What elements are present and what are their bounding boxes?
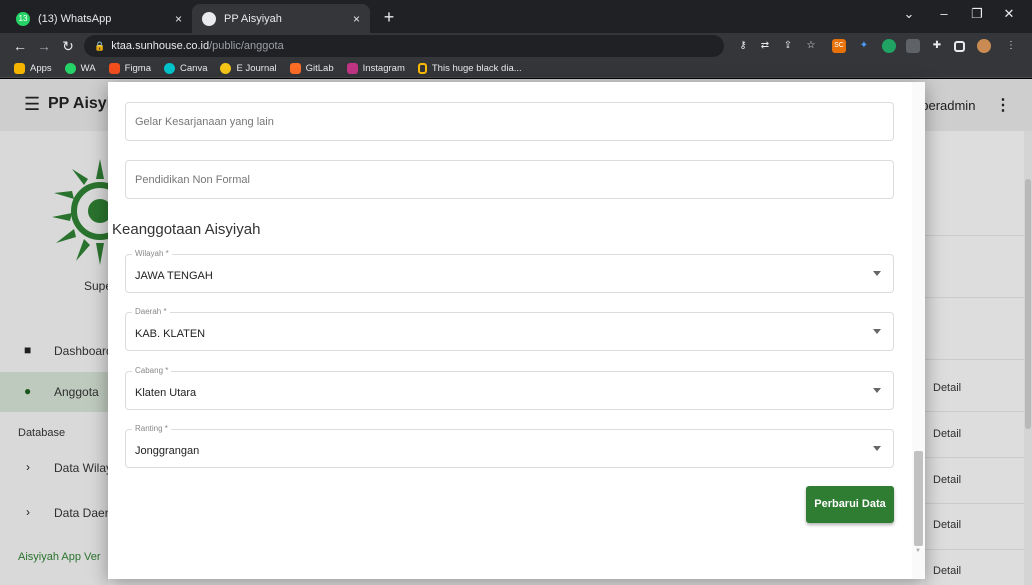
- browser-toolbar: ← → ↻ 🔒 ktaa.sunhouse.co.id /public/angg…: [0, 33, 1032, 59]
- scrollbar-thumb[interactable]: [914, 451, 923, 546]
- figma-icon: [108, 62, 120, 74]
- edit-member-dialog: Gelar Kesarjanaan yang lain Pendidikan N…: [108, 82, 925, 579]
- field-value: KAB. KLATEN: [135, 328, 206, 340]
- bookmark-label: GitLab: [305, 62, 334, 74]
- chevron-down-icon[interactable]: ⌄: [894, 6, 924, 26]
- caret-down-icon: [873, 329, 881, 334]
- whatsapp-icon: [64, 62, 76, 74]
- bookmark-label: Canva: [180, 62, 208, 74]
- url-host: ktaa.sunhouse.co.id: [111, 40, 210, 52]
- new-tab-button[interactable]: +: [378, 6, 400, 28]
- cabang-select[interactable]: Cabang * Klaten Utara: [125, 366, 894, 410]
- canva-icon: [164, 62, 176, 74]
- input-placeholder: Pendidikan Non Formal: [135, 174, 250, 186]
- input-placeholder: Gelar Kesarjanaan yang lain: [135, 116, 274, 128]
- bookmark-label: Apps: [30, 62, 52, 74]
- bookmark-label: This huge black dia...: [431, 62, 522, 74]
- bookmarks-bar: Apps WA Figma Canva E Journal GitLab Ins…: [0, 59, 1032, 78]
- gitlab-icon: [289, 62, 301, 74]
- field-label: Cabang *: [132, 366, 172, 375]
- dialog-scrollbar[interactable]: ▼: [912, 82, 925, 579]
- profile-avatar-icon[interactable]: [977, 39, 991, 53]
- kebab-menu-icon[interactable]: ⋮: [1004, 39, 1018, 53]
- bookmark-black-dia[interactable]: This huge black dia...: [417, 62, 522, 74]
- pendidikan-non-formal-input[interactable]: Pendidikan Non Formal: [125, 160, 894, 199]
- star-icon[interactable]: ☆: [804, 39, 818, 53]
- scroll-down-arrow-icon[interactable]: ▼: [915, 548, 921, 554]
- tab-whatsapp[interactable]: 13 (13) WhatsApp ×: [6, 4, 192, 33]
- share-icon[interactable]: ⇪: [781, 39, 795, 53]
- bookmark-page-icon: [417, 62, 427, 74]
- bookmark-label: Figma: [124, 62, 152, 74]
- bookmark-wa[interactable]: WA: [64, 62, 96, 74]
- window-close-icon[interactable]: ✕: [994, 6, 1024, 26]
- forward-icon[interactable]: →: [34, 36, 54, 56]
- instagram-icon: [346, 62, 358, 74]
- browser-tabstrip: 13 (13) WhatsApp × PP Aisyiyah × + ⌄ – ❐…: [0, 0, 1032, 33]
- address-bar[interactable]: 🔒 ktaa.sunhouse.co.id /public/anggota: [84, 35, 724, 57]
- bookmark-label: WA: [80, 62, 96, 74]
- sidepanel-icon[interactable]: [954, 41, 965, 52]
- daerah-select[interactable]: Daerah * KAB. KLATEN: [125, 307, 894, 351]
- field-label: Ranting *: [132, 424, 171, 433]
- whatsapp-icon: 13: [16, 11, 30, 26]
- tab-pp-aisyiyah[interactable]: PP Aisyiyah ×: [192, 4, 370, 33]
- ejournal-icon: [220, 62, 232, 74]
- caret-down-icon: [873, 388, 881, 393]
- bookmark-canva[interactable]: Canva: [164, 62, 208, 74]
- section-title: Keanggotaan Aisyiyah: [112, 221, 261, 238]
- bookmark-gitlab[interactable]: GitLab: [289, 62, 334, 74]
- field-label: Wilayah *: [132, 249, 172, 258]
- bookmark-apps[interactable]: Apps: [14, 62, 52, 74]
- close-icon[interactable]: ×: [353, 12, 360, 26]
- restore-icon[interactable]: ❐: [962, 6, 992, 26]
- perbarui-data-button[interactable]: Perbarui Data: [806, 486, 894, 523]
- back-icon[interactable]: ←: [10, 36, 30, 56]
- apps-grid-icon: [14, 62, 25, 74]
- globe-icon: [202, 11, 216, 26]
- field-value: Klaten Utara: [135, 387, 197, 399]
- bookmark-instagram[interactable]: Instagram: [346, 62, 405, 74]
- tab-title: PP Aisyiyah: [224, 12, 282, 25]
- close-icon[interactable]: ×: [175, 12, 182, 26]
- bookmark-label: Instagram: [362, 62, 405, 74]
- bookmark-figma[interactable]: Figma: [108, 62, 152, 74]
- tab-title: (13) WhatsApp: [38, 12, 112, 25]
- minimize-icon[interactable]: –: [929, 6, 959, 26]
- url-path: /public/anggota: [209, 40, 284, 52]
- extension-gray-icon[interactable]: [906, 39, 920, 53]
- ranting-select[interactable]: Ranting * Jonggrangan: [125, 424, 894, 468]
- caret-down-icon: [873, 446, 881, 451]
- extension-sc-icon[interactable]: SC: [832, 39, 846, 53]
- field-value: JAWA TENGAH: [135, 270, 213, 282]
- field-label: Daerah *: [132, 307, 170, 316]
- puzzle-icon[interactable]: ✚: [930, 39, 944, 53]
- key-icon[interactable]: ⚷: [736, 39, 750, 53]
- lock-icon: 🔒: [94, 40, 106, 51]
- extension-grammarly-icon[interactable]: [882, 39, 896, 53]
- caret-down-icon: [873, 271, 881, 276]
- gelar-lain-input[interactable]: Gelar Kesarjanaan yang lain: [125, 102, 894, 141]
- translate-icon[interactable]: ⇄: [758, 39, 772, 53]
- bookmark-label: E Journal: [236, 62, 277, 74]
- wilayah-select[interactable]: Wilayah * JAWA TENGAH: [125, 249, 894, 293]
- bookmark-ejournal[interactable]: E Journal: [220, 62, 277, 74]
- reload-icon[interactable]: ↻: [58, 36, 78, 56]
- extension-rocket-icon[interactable]: ✦: [857, 39, 871, 53]
- field-value: Jonggrangan: [135, 445, 200, 457]
- web-page: ☰ PP Aisyiy uperadmin ⋮ Supe ■ Dashboard: [0, 79, 1032, 585]
